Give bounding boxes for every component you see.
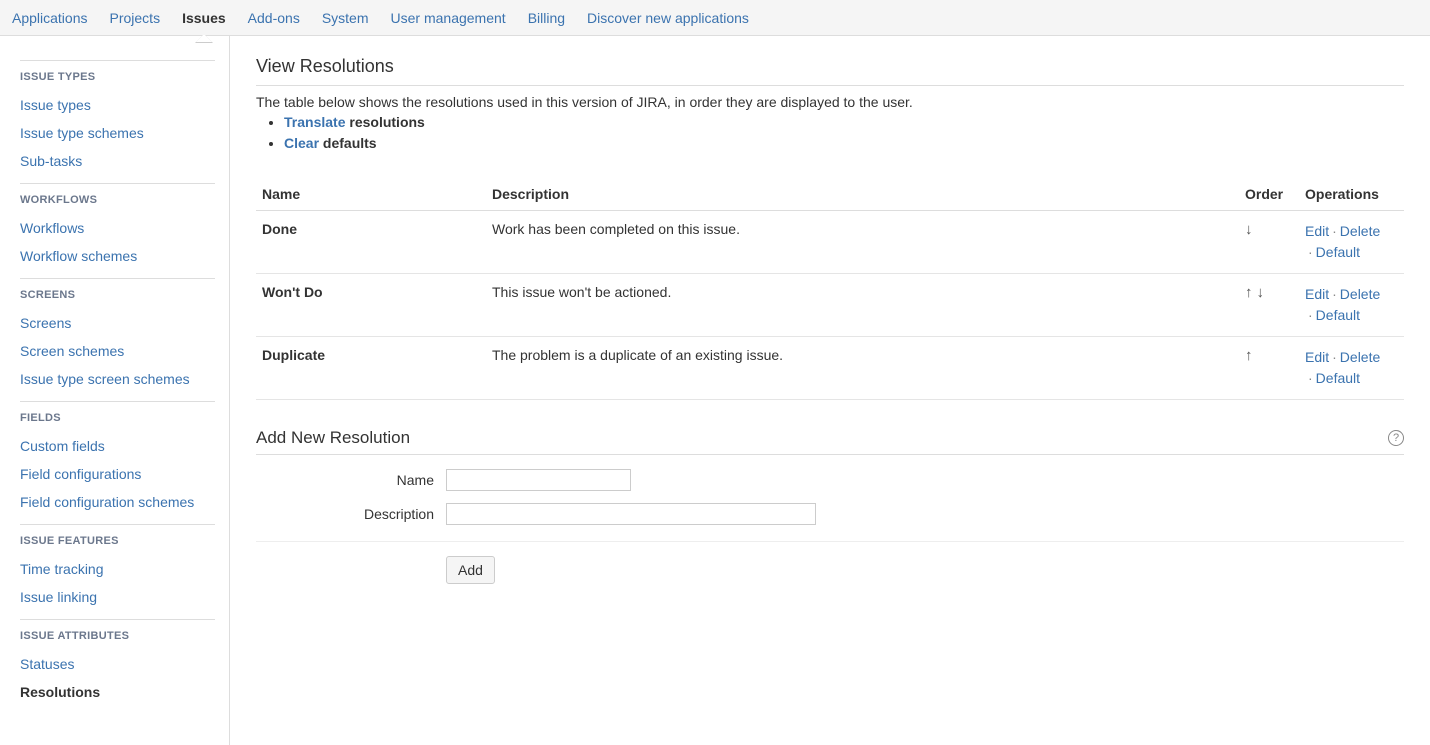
sidebar-heading: ISSUE FEATURES xyxy=(20,535,215,547)
row-description: The problem is a duplicate of an existin… xyxy=(486,337,1239,400)
th-operations: Operations xyxy=(1299,178,1404,211)
topnav-item-issues[interactable]: Issues xyxy=(182,10,226,26)
topnav-item-system[interactable]: System xyxy=(322,10,369,26)
row-name: Done xyxy=(256,211,486,274)
resolutions-table: Name Description Order Operations DoneWo… xyxy=(256,178,1404,400)
sidebar-group: ISSUE FEATURES Time trackingIssue linking xyxy=(20,524,215,611)
clear-rest: defaults xyxy=(323,135,377,151)
translate-link[interactable]: Translate xyxy=(284,114,345,130)
page-title: View Resolutions xyxy=(256,56,1404,86)
help-icon[interactable]: ? xyxy=(1388,430,1404,446)
sidebar-heading: FIELDS xyxy=(20,412,215,424)
description-input[interactable] xyxy=(446,503,816,525)
sidebar-item-field-configuration-schemes[interactable]: Field configuration schemes xyxy=(20,488,215,516)
row-operations: Edit·Delete·Default xyxy=(1299,274,1404,337)
main-content: View Resolutions The table below shows t… xyxy=(230,36,1430,745)
separator: · xyxy=(1332,286,1337,302)
sidebar-item-statuses[interactable]: Statuses xyxy=(20,650,215,678)
default-link[interactable]: Default xyxy=(1316,370,1360,386)
table-row: Won't DoThis issue won't be actioned.↑↓E… xyxy=(256,274,1404,337)
row-order: ↑ xyxy=(1239,337,1299,400)
delete-link[interactable]: Delete xyxy=(1340,349,1380,365)
description-label: Description xyxy=(256,506,446,522)
arrow-up-icon[interactable]: ↑ xyxy=(1245,347,1253,364)
row-order: ↑↓ xyxy=(1239,274,1299,337)
sidebar: ISSUE TYPES Issue typesIssue type schemes… xyxy=(0,36,230,745)
topnav-item-projects[interactable]: Projects xyxy=(110,10,161,26)
edit-link[interactable]: Edit xyxy=(1305,223,1329,239)
topnav-item-billing[interactable]: Billing xyxy=(528,10,565,26)
sidebar-item-issue-types[interactable]: Issue types xyxy=(20,91,215,119)
sidebar-group: WORKFLOWS WorkflowsWorkflow schemes xyxy=(20,183,215,270)
sidebar-item-workflows[interactable]: Workflows xyxy=(20,214,215,242)
delete-link[interactable]: Delete xyxy=(1340,223,1380,239)
clear-line: Clear defaults xyxy=(284,133,1404,154)
table-row: DuplicateThe problem is a duplicate of a… xyxy=(256,337,1404,400)
add-resolution-form: Name Description xyxy=(256,455,1404,542)
sidebar-item-time-tracking[interactable]: Time tracking xyxy=(20,555,215,583)
row-operations: Edit·Delete·Default xyxy=(1299,337,1404,400)
edit-link[interactable]: Edit xyxy=(1305,349,1329,365)
th-name: Name xyxy=(256,178,486,211)
sidebar-heading: ISSUE ATTRIBUTES xyxy=(20,630,215,642)
top-nav: Applications Projects Issues Add-ons System U… xyxy=(0,0,1430,36)
separator: · xyxy=(1308,370,1313,386)
intro-text: The table below shows the resolutions us… xyxy=(256,94,1404,110)
separator: · xyxy=(1332,223,1337,239)
clear-link[interactable]: Clear xyxy=(284,135,319,151)
default-link[interactable]: Default xyxy=(1316,244,1360,260)
th-description: Description xyxy=(486,178,1239,211)
arrow-down-icon[interactable]: ↓ xyxy=(1245,221,1253,238)
sidebar-item-field-configurations[interactable]: Field configurations xyxy=(20,460,215,488)
row-order: ↓ xyxy=(1239,211,1299,274)
separator: · xyxy=(1308,307,1313,323)
sidebar-group: SCREENS ScreensScreen schemesIssue type s… xyxy=(20,278,215,393)
add-resolution-header: Add New Resolution ? xyxy=(256,428,1404,455)
sidebar-heading: ISSUE TYPES xyxy=(20,71,215,83)
name-label: Name xyxy=(256,472,446,488)
row-operations: Edit·Delete·Default xyxy=(1299,211,1404,274)
sidebar-heading: SCREENS xyxy=(20,289,215,301)
row-name: Won't Do xyxy=(256,274,486,337)
sidebar-item-custom-fields[interactable]: Custom fields xyxy=(20,432,215,460)
sidebar-item-issue-type-screen-schemes[interactable]: Issue type screen schemes xyxy=(20,365,215,393)
row-description: Work has been completed on this issue. xyxy=(486,211,1239,274)
add-button[interactable]: Add xyxy=(446,556,495,584)
sidebar-item-screens[interactable]: Screens xyxy=(20,309,215,337)
th-order: Order xyxy=(1239,178,1299,211)
topnav-item-applications[interactable]: Applications xyxy=(12,10,88,26)
sidebar-item-workflow-schemes[interactable]: Workflow schemes xyxy=(20,242,215,270)
topnav-item-discover-new-applications[interactable]: Discover new applications xyxy=(587,10,749,26)
row-name: Duplicate xyxy=(256,337,486,400)
sidebar-group: ISSUE TYPES Issue typesIssue type schemes… xyxy=(20,60,215,175)
sidebar-item-resolutions[interactable]: Resolutions xyxy=(20,678,215,706)
translate-rest: resolutions xyxy=(349,114,424,130)
sidebar-item-sub-tasks[interactable]: Sub-tasks xyxy=(20,147,215,175)
sidebar-group: FIELDS Custom fieldsField configurationsF… xyxy=(20,401,215,516)
translate-line: Translate resolutions xyxy=(284,112,1404,133)
sidebar-group: ISSUE ATTRIBUTES StatusesResolutions xyxy=(20,619,215,706)
sidebar-item-issue-type-schemes[interactable]: Issue type schemes xyxy=(20,119,215,147)
intro-block: The table below shows the resolutions us… xyxy=(256,86,1404,160)
add-resolution-title: Add New Resolution xyxy=(256,428,410,448)
table-row: DoneWork has been completed on this issu… xyxy=(256,211,1404,274)
separator: · xyxy=(1308,244,1313,260)
default-link[interactable]: Default xyxy=(1316,307,1360,323)
delete-link[interactable]: Delete xyxy=(1340,286,1380,302)
arrow-up-icon[interactable]: ↑ xyxy=(1245,284,1253,301)
sidebar-heading: WORKFLOWS xyxy=(20,194,215,206)
separator: · xyxy=(1332,349,1337,365)
sidebar-item-issue-linking[interactable]: Issue linking xyxy=(20,583,215,611)
topnav-item-user-management[interactable]: User management xyxy=(391,10,506,26)
edit-link[interactable]: Edit xyxy=(1305,286,1329,302)
arrow-down-icon[interactable]: ↓ xyxy=(1257,284,1265,301)
topnav-item-add-ons[interactable]: Add-ons xyxy=(248,10,300,26)
name-input[interactable] xyxy=(446,469,631,491)
row-description: This issue won't be actioned. xyxy=(486,274,1239,337)
sidebar-item-screen-schemes[interactable]: Screen schemes xyxy=(20,337,215,365)
